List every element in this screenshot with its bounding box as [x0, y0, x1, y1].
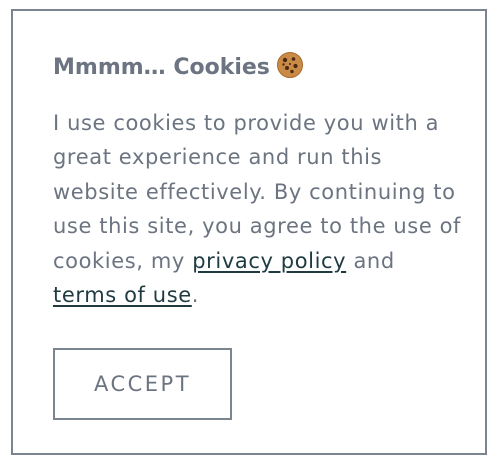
cookie-icon: [276, 51, 304, 88]
cookie-consent-banner: Mmmm… Cookies I use cookies to provide y…: [11, 9, 487, 455]
cookie-message-conjunction: and: [353, 248, 395, 273]
cookie-banner-title-text: Mmmm… Cookies: [53, 55, 270, 80]
accept-button-label: ACCEPT: [93, 372, 192, 396]
cookie-message-end: .: [191, 283, 200, 308]
terms-of-use-link[interactable]: terms of use: [53, 283, 192, 307]
accept-button[interactable]: ACCEPT: [53, 348, 232, 420]
cookie-banner-title: Mmmm… Cookies: [53, 51, 304, 88]
cookie-banner-message: I use cookies to provide you with a grea…: [53, 106, 463, 312]
privacy-policy-link[interactable]: privacy policy: [192, 249, 346, 273]
